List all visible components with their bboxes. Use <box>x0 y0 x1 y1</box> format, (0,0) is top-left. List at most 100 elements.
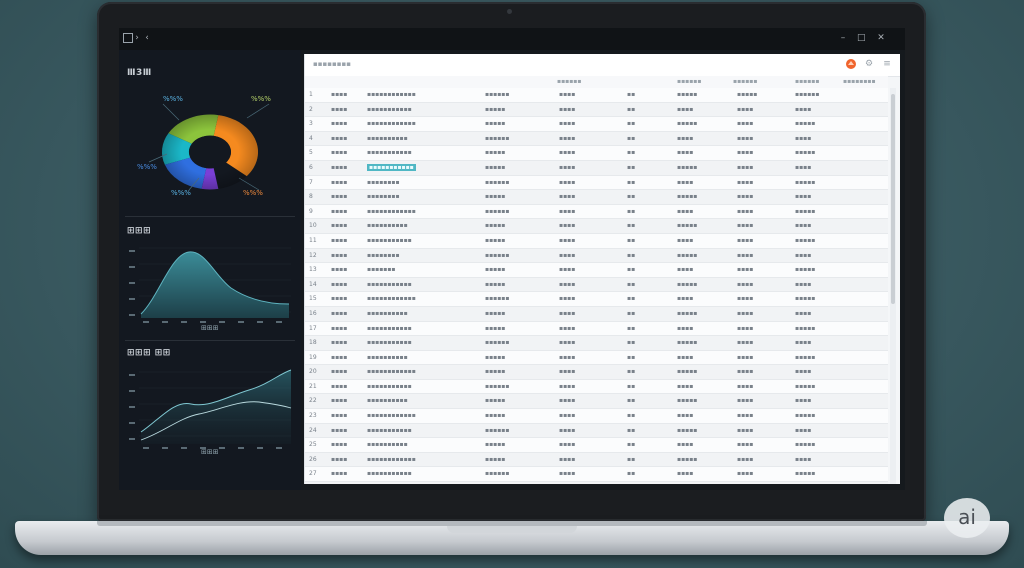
donut-leader-line <box>162 103 180 121</box>
table-cell: ▪▪▪▪ <box>677 470 694 478</box>
table-cell: ▪▪▪▪ <box>737 134 754 142</box>
table-cell: ▪▪▪▪ <box>331 280 348 288</box>
table-row[interactable]: 13 ▪▪▪▪ ▪▪▪▪▪▪▪ ▪▪▪▪▪ ▪▪▪▪ ▪▪ ▪▪▪▪ ▪▪▪▪ ▪▪▪▪▪ <box>305 263 888 278</box>
table-cell: ▪▪ <box>627 470 636 478</box>
table-row[interactable]: 4 ▪▪▪▪ ▪▪▪▪▪▪▪▪▪▪ ▪▪▪▪▪▪ ▪▪▪▪ ▪▪ ▪▪▪▪ ▪▪▪▪ ▪▪▪▪ <box>305 131 888 147</box>
table-cell: ▪▪▪▪▪▪ <box>485 251 510 259</box>
table-cell: ▪▪▪▪ <box>331 324 348 332</box>
settings-icon[interactable]: ⚙ <box>863 58 875 70</box>
table-row[interactable]: 27 ▪▪▪▪ ▪▪▪▪▪▪▪▪▪▪▪ ▪▪▪▪▪▪ ▪▪▪▪ ▪▪ ▪▪▪▪ ▪▪▪▪ ▪▪▪… <box>305 467 888 483</box>
table-cell: ▪▪▪▪▪ <box>795 412 816 420</box>
table-row[interactable]: 2 ▪▪▪▪ ▪▪▪▪▪▪▪▪▪▪▪ ▪▪▪▪▪ ▪▪▪▪ ▪▪ ▪▪▪▪ ▪▪▪▪ ▪▪▪▪ <box>305 102 888 118</box>
table-row[interactable]: 3 ▪▪▪▪ ▪▪▪▪▪▪▪▪▪▪▪▪ ▪▪▪▪▪ ▪▪▪▪ ▪▪ ▪▪▪▪▪ ▪▪▪▪ ▪▪▪… <box>305 117 888 132</box>
table-row[interactable]: 14 ▪▪▪▪ ▪▪▪▪▪▪▪▪▪▪▪ ▪▪▪▪▪ ▪▪▪▪ ▪▪ ▪▪▪▪▪ ▪▪▪▪ ▪▪▪… <box>305 277 888 293</box>
table-row[interactable]: 16 ▪▪▪▪ ▪▪▪▪▪▪▪▪▪▪ ▪▪▪▪▪ ▪▪▪▪ ▪▪ ▪▪▪▪▪ ▪▪▪▪ ▪▪▪▪ <box>305 306 888 322</box>
table-cell: ▪▪▪▪▪ <box>795 441 816 449</box>
table-cell: ▪▪▪▪▪ <box>677 368 698 376</box>
table-cell: 8 <box>309 193 313 201</box>
table-row[interactable]: 1 ▪▪▪▪ ▪▪▪▪▪▪▪▪▪▪▪▪ ▪▪▪▪▪▪ ▪▪▪▪ ▪▪ ▪▪▪▪▪ ▪▪▪▪▪ ▪… <box>305 88 888 103</box>
table-row[interactable]: 19 ▪▪▪▪ ▪▪▪▪▪▪▪▪▪▪ ▪▪▪▪▪ ▪▪▪▪ ▪▪ ▪▪▪▪ ▪▪▪▪ ▪▪▪▪▪ <box>305 350 888 366</box>
laptop-screen: › ‹ – □ ✕ Ⅲ3Ⅲ %%% %%% %%% %%% %%% ⊞⊞⊞ ⊞⊞… <box>119 28 905 490</box>
x-tick-label <box>276 447 282 449</box>
table-cell: ▪▪▪▪ <box>559 426 576 434</box>
table-row[interactable]: 20 ▪▪▪▪ ▪▪▪▪▪▪▪▪▪▪▪▪ ▪▪▪▪▪ ▪▪▪▪ ▪▪ ▪▪▪▪▪ ▪▪▪▪ ▪▪… <box>305 365 888 380</box>
table-row[interactable]: 8 ▪▪▪▪ ▪▪▪▪▪▪▪▪ ▪▪▪▪▪ ▪▪▪▪ ▪▪ ▪▪▪▪▪ ▪▪▪▪ ▪▪▪▪ <box>305 190 888 205</box>
table-row[interactable]: 18 ▪▪▪▪ ▪▪▪▪▪▪▪▪▪▪▪ ▪▪▪▪▪▪ ▪▪▪▪ ▪▪ ▪▪▪▪▪ ▪▪▪▪ ▪▪… <box>305 336 888 351</box>
table-cell: ▪▪▪▪ <box>737 105 754 113</box>
minimize-button[interactable]: – <box>839 34 847 43</box>
table-row[interactable]: 6 ▪▪▪▪ ▪▪▪▪▪▪▪▪▪▪▪ ▪▪▪▪▪ ▪▪▪▪ ▪▪ ▪▪▪▪▪ ▪▪▪▪ ▪▪▪▪ <box>305 160 888 176</box>
donut-label-tl: %%% <box>163 95 183 103</box>
table-cell: ▪▪▪▪▪ <box>485 309 506 317</box>
x-tick-label <box>276 321 282 323</box>
table-row[interactable]: 10 ▪▪▪▪ ▪▪▪▪▪▪▪▪▪▪ ▪▪▪▪▪ ▪▪▪▪ ▪▪ ▪▪▪▪▪ ▪▪▪▪ ▪▪▪▪ <box>305 219 888 234</box>
table-cell: ▪▪▪▪▪▪ <box>485 426 510 434</box>
laptop-notch <box>447 526 577 533</box>
dashboard-left-panel: Ⅲ3Ⅲ %%% %%% %%% %%% %%% ⊞⊞⊞ ⊞⊞⊞ ⊞⊞⊞ ⊞⊞ ⊞… <box>119 50 301 490</box>
column-header[interactable]: ▪▪▪▪▪▪ <box>557 78 581 85</box>
table-cell: ▪▪▪▪▪ <box>485 105 506 113</box>
area-series <box>141 251 289 318</box>
close-button[interactable]: ✕ <box>877 34 885 43</box>
scrollbar-thumb[interactable] <box>891 94 895 304</box>
table-cell: ▪▪▪▪ <box>331 441 348 449</box>
table-row[interactable]: 17 ▪▪▪▪ ▪▪▪▪▪▪▪▪▪▪▪ ▪▪▪▪▪ ▪▪▪▪ ▪▪ ▪▪▪▪ ▪▪▪▪ ▪▪▪▪… <box>305 321 888 337</box>
table-cell: ▪▪▪▪ <box>677 149 694 157</box>
table-cell: ▪▪▪▪ <box>331 266 348 274</box>
column-header[interactable]: ▪▪▪▪▪▪ <box>795 78 819 85</box>
table-row[interactable]: 15 ▪▪▪▪ ▪▪▪▪▪▪▪▪▪▪▪▪ ▪▪▪▪▪▪ ▪▪▪▪ ▪▪ ▪▪▪▪ ▪▪▪▪ ▪▪… <box>305 292 888 307</box>
table-cell: ▪▪▪▪ <box>559 193 576 201</box>
table-cell: ▪▪▪▪ <box>559 236 576 244</box>
column-header[interactable]: ▪▪▪▪▪▪ <box>733 78 757 85</box>
table-cell: ▪▪▪▪ <box>559 441 576 449</box>
column-header[interactable]: ▪▪▪▪▪▪ <box>677 78 701 85</box>
table-row[interactable]: 22 ▪▪▪▪ ▪▪▪▪▪▪▪▪▪▪ ▪▪▪▪▪ ▪▪▪▪ ▪▪ ▪▪▪▪▪ ▪▪▪▪ ▪▪▪▪ <box>305 394 888 410</box>
orange-app-icon[interactable] <box>845 58 857 70</box>
table-cell: ▪▪▪▪▪ <box>737 91 758 98</box>
table-cell: ▪▪▪▪ <box>331 470 348 478</box>
table-cell: ▪▪▪▪ <box>737 455 754 463</box>
table-cell: 15 <box>309 295 317 303</box>
y-tick-label <box>129 406 135 408</box>
table-cell: ▪▪ <box>627 120 636 128</box>
maximize-button[interactable]: □ <box>857 34 866 43</box>
table-title: ▪▪▪▪▪▪▪▪ <box>313 60 351 68</box>
table-cell: ▪▪▪▪ <box>677 295 694 303</box>
table-cell: ▪▪▪▪ <box>331 134 348 142</box>
table-cell: ▪▪▪▪▪ <box>485 163 506 171</box>
y-tick-label <box>129 438 135 440</box>
menu-icon[interactable]: ≡ <box>881 58 893 70</box>
table-row[interactable]: 12 ▪▪▪▪ ▪▪▪▪▪▪▪▪ ▪▪▪▪▪▪ ▪▪▪▪ ▪▪ ▪▪▪▪▪ ▪▪▪▪ ▪▪▪▪ <box>305 248 888 264</box>
table-row[interactable]: 9 ▪▪▪▪ ▪▪▪▪▪▪▪▪▪▪▪▪ ▪▪▪▪▪▪ ▪▪▪▪ ▪▪ ▪▪▪▪ ▪▪▪▪ ▪▪▪… <box>305 204 888 220</box>
column-header[interactable]: ▪▪▪▪▪▪▪▪ <box>843 78 876 85</box>
table-cell: ▪▪▪▪▪▪▪▪▪▪▪▪ <box>367 120 416 128</box>
table-row[interactable]: 5 ▪▪▪▪ ▪▪▪▪▪▪▪▪▪▪▪ ▪▪▪▪▪ ▪▪▪▪ ▪▪ ▪▪▪▪ ▪▪▪▪ ▪▪▪▪▪ <box>305 146 888 161</box>
table-row[interactable]: 23 ▪▪▪▪ ▪▪▪▪▪▪▪▪▪▪▪▪ ▪▪▪▪▪ ▪▪▪▪ ▪▪ ▪▪▪▪ ▪▪▪▪ ▪▪▪… <box>305 409 888 424</box>
table-cell: ▪▪▪▪ <box>331 353 348 361</box>
table-cell: ▪▪▪▪ <box>795 339 812 347</box>
camera-icon <box>507 9 512 14</box>
table-row[interactable]: 21 ▪▪▪▪ ▪▪▪▪▪▪▪▪▪▪▪ ▪▪▪▪▪▪ ▪▪▪▪ ▪▪ ▪▪▪▪ ▪▪▪▪ ▪▪▪… <box>305 379 888 395</box>
window-back-icon[interactable]: ‹ <box>143 34 151 43</box>
divider <box>125 216 295 217</box>
table-cell: ▪▪▪▪ <box>559 455 576 463</box>
table-row[interactable]: 7 ▪▪▪▪ ▪▪▪▪▪▪▪▪ ▪▪▪▪▪▪ ▪▪▪▪ ▪▪ ▪▪▪▪ ▪▪▪▪ ▪▪▪▪▪ <box>305 175 888 191</box>
table-row[interactable]: 28▪▪▪▪▪▪▪▪▪▪▪▪▪▪▪▪▪▪▪▪▪▪▪▪▪▪▪▪▪▪▪▪▪▪▪▪▪▪ <box>305 482 888 484</box>
table-cell: ▪▪▪▪ <box>677 105 694 113</box>
table-cell: ▪▪▪▪▪ <box>677 91 698 98</box>
table-cell: ▪▪ <box>627 455 636 463</box>
table-row[interactable]: 26 ▪▪▪▪ ▪▪▪▪▪▪▪▪▪▪▪▪ ▪▪▪▪▪ ▪▪▪▪ ▪▪ ▪▪▪▪▪ ▪▪▪▪ ▪▪… <box>305 452 888 468</box>
table-cell: ▪▪▪▪▪ <box>677 222 698 230</box>
table-row[interactable]: 24 ▪▪▪▪ ▪▪▪▪▪▪▪▪▪▪▪ ▪▪▪▪▪▪ ▪▪▪▪ ▪▪ ▪▪▪▪▪ ▪▪▪▪ ▪▪… <box>305 423 888 439</box>
table-row[interactable]: 25 ▪▪▪▪ ▪▪▪▪▪▪▪▪▪▪ ▪▪▪▪▪ ▪▪▪▪ ▪▪ ▪▪▪▪ ▪▪▪▪ ▪▪▪▪▪ <box>305 438 888 453</box>
table-row[interactable]: 11 ▪▪▪▪ ▪▪▪▪▪▪▪▪▪▪▪ ▪▪▪▪▪ ▪▪▪▪ ▪▪ ▪▪▪▪ ▪▪▪▪ ▪▪▪▪… <box>305 233 888 249</box>
table-cell: 1 <box>309 91 313 98</box>
window-menu-icon[interactable]: › <box>133 34 141 43</box>
table-cell: ▪▪ <box>627 397 636 405</box>
table-cell: ▪▪▪▪ <box>559 178 576 186</box>
table-cell: ▪▪▪▪▪ <box>485 368 506 376</box>
y-tick-label <box>129 374 135 376</box>
table-cell: 10 <box>309 222 317 230</box>
table-cell: ▪▪▪▪ <box>795 134 812 142</box>
table-cell: 16 <box>309 309 317 317</box>
